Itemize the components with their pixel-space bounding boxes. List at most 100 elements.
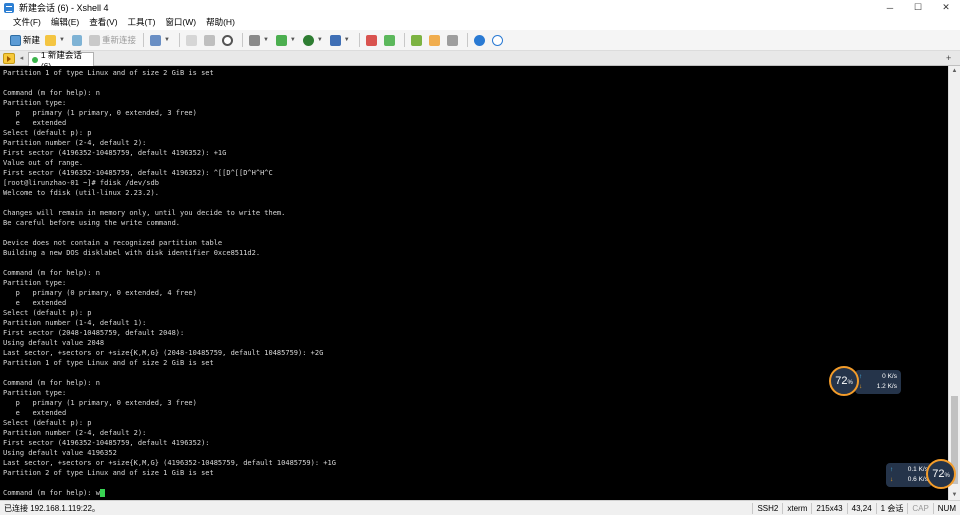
link-button[interactable]: [70, 32, 86, 49]
toolbar-divider: [178, 33, 180, 47]
terminal-line-text: Using default value 4196352: [3, 449, 117, 457]
find-button[interactable]: [220, 32, 237, 49]
menu-edit[interactable]: 编辑(E): [46, 15, 84, 30]
menu-help[interactable]: 帮助(H): [201, 15, 240, 30]
terminal-line-text: Partition 1 of type Linux and of size 2 …: [3, 69, 214, 77]
terminal-line: Last sector, +sectors or +size{K,M,G} (4…: [3, 458, 948, 468]
status-caps-lock: CAP: [907, 502, 932, 514]
properties-button[interactable]: ▼: [148, 32, 174, 49]
print-button[interactable]: ▼: [247, 32, 273, 49]
keyboard-icon: [446, 34, 458, 46]
terminal-line-text: Partition number (2-4, default 2):: [3, 139, 147, 147]
download-speed: 1.2: [876, 383, 886, 390]
layout-button[interactable]: [409, 32, 426, 49]
search-icon: [221, 34, 233, 46]
transfer-button[interactable]: [382, 32, 399, 49]
keyboard-button[interactable]: [445, 32, 462, 49]
globe-button[interactable]: ▼: [301, 32, 327, 49]
network-speed-widget[interactable]: ↑ 0 K/s ↓ 1.2 K/s 72%: [829, 366, 901, 398]
terminal-line-text: Partition type:: [3, 279, 67, 287]
layout-grid-icon: [410, 34, 422, 46]
reconnect-button[interactable]: 重新连接: [87, 32, 138, 49]
paste-button[interactable]: [202, 32, 219, 49]
menu-file[interactable]: 文件(F): [8, 15, 46, 30]
xftp-button[interactable]: [364, 32, 381, 49]
new-session-button[interactable]: 新建: [8, 32, 42, 49]
terminal-screen[interactable]: Partition 1 of type Linux and of size 2 …: [0, 66, 948, 500]
terminal-line: Partition number (2-4, default 2):: [3, 138, 948, 148]
menu-view[interactable]: 查看(V): [84, 15, 122, 30]
menu-tools[interactable]: 工具(T): [123, 15, 161, 30]
terminal-line-text: p primary (0 primary, 0 extended, 4 free…: [3, 289, 197, 297]
status-protocol: SSH2: [752, 502, 782, 514]
terminal-line: Using default value 2048: [3, 338, 948, 348]
font-icon: [329, 34, 341, 46]
terminal-line-text: Value out of range.: [3, 159, 84, 167]
maximize-button[interactable]: ☐: [904, 0, 932, 15]
terminal-line: Partition type:: [3, 278, 948, 288]
transfer-icon: [383, 34, 395, 46]
tab-prev-icon[interactable]: ◂: [17, 54, 26, 63]
session-manager-icon[interactable]: [3, 53, 15, 64]
new-session-label: 新建: [23, 35, 41, 45]
download-arrow-icon: ↓: [890, 476, 894, 483]
cpu-usage-gauge: 72%: [926, 459, 956, 489]
terminal-line: Command (m for help): n: [3, 378, 948, 388]
chat-button[interactable]: [490, 32, 507, 49]
font-button[interactable]: ▼: [328, 32, 354, 49]
terminal-line-text: e extended: [3, 119, 67, 127]
terminal-line-text: Partition type:: [3, 389, 67, 397]
help-button[interactable]: [472, 32, 489, 49]
terminal-line-text: First sector (4196352-10485759, default …: [3, 439, 210, 447]
lock-button[interactable]: [427, 32, 444, 49]
terminal-line-text: Select (default p): p: [3, 309, 92, 317]
scroll-up-icon[interactable]: ▲: [949, 66, 960, 76]
color-scheme-button[interactable]: ▼: [274, 32, 300, 49]
menu-window[interactable]: 窗口(W): [160, 15, 201, 30]
download-arrow-icon: ↓: [859, 383, 863, 390]
xshell-app-icon: [4, 2, 14, 13]
cpu-usage-gauge: 72%: [829, 366, 859, 396]
terminal-line: Command (m for help): n: [3, 268, 948, 278]
cpu-percent: 72: [932, 468, 945, 480]
scroll-down-icon[interactable]: ▼: [949, 490, 960, 500]
add-tab-icon[interactable]: +: [946, 53, 956, 63]
terminal-line: p primary (1 primary, 0 extended, 3 free…: [3, 398, 948, 408]
chevron-down-icon: ▼: [163, 37, 170, 43]
terminal-line: First sector (4196352-10485759, default …: [3, 148, 948, 158]
print-icon: [248, 34, 260, 46]
terminal-line: Partition type:: [3, 388, 948, 398]
terminal-line: Command (m for help): n: [3, 88, 948, 98]
terminal-line-text: Command (m for help): w: [3, 489, 100, 497]
terminal-line-text: Command (m for help): n: [3, 269, 100, 277]
terminal-line: Select (default p): p: [3, 308, 948, 318]
terminal-line: Select (default p): p: [3, 418, 948, 428]
terminal-line-text: Partition 2 of type Linux and of size 1 …: [3, 469, 214, 477]
network-speed-widget-secondary[interactable]: ↑ 0.1 K/s ↓ 0.6 K/s 72%: [886, 459, 960, 491]
upload-unit: K/s: [887, 373, 897, 380]
terminal-line-text: Last sector, +sectors or +size{K,M,G} (2…: [3, 349, 324, 357]
open-button[interactable]: ▼: [43, 32, 69, 49]
toolbar-divider: [358, 33, 360, 47]
tab-session-1[interactable]: 1 新建会话 (6): [28, 50, 94, 71]
new-session-icon: [10, 34, 21, 46]
terminal-line: Device does not contain a recognized par…: [3, 238, 948, 248]
close-button[interactable]: ✕: [932, 0, 960, 15]
terminal-line-text: [root@lirunzhao-01 ~]# fdisk /dev/sdb: [3, 179, 159, 187]
terminal-scrollbar[interactable]: ▲ ▼: [948, 66, 960, 500]
copy-button[interactable]: [184, 32, 201, 49]
terminal-line-text: Command (m for help): n: [3, 379, 100, 387]
terminal-line: p primary (0 primary, 0 extended, 4 free…: [3, 288, 948, 298]
terminal-cursor: [99, 489, 105, 497]
toolbar-divider: [466, 33, 468, 47]
status-bar: 已连接 192.168.1.119:22。 SSH2 xterm 215x43 …: [0, 500, 960, 515]
terminal-line: [root@lirunzhao-01 ~]# fdisk /dev/sdb: [3, 178, 948, 188]
minimize-button[interactable]: ─: [876, 0, 904, 15]
terminal-line: Building a new DOS disklabel with disk i…: [3, 248, 948, 258]
connected-status-icon: [32, 56, 38, 63]
download-unit: K/s: [887, 383, 897, 390]
